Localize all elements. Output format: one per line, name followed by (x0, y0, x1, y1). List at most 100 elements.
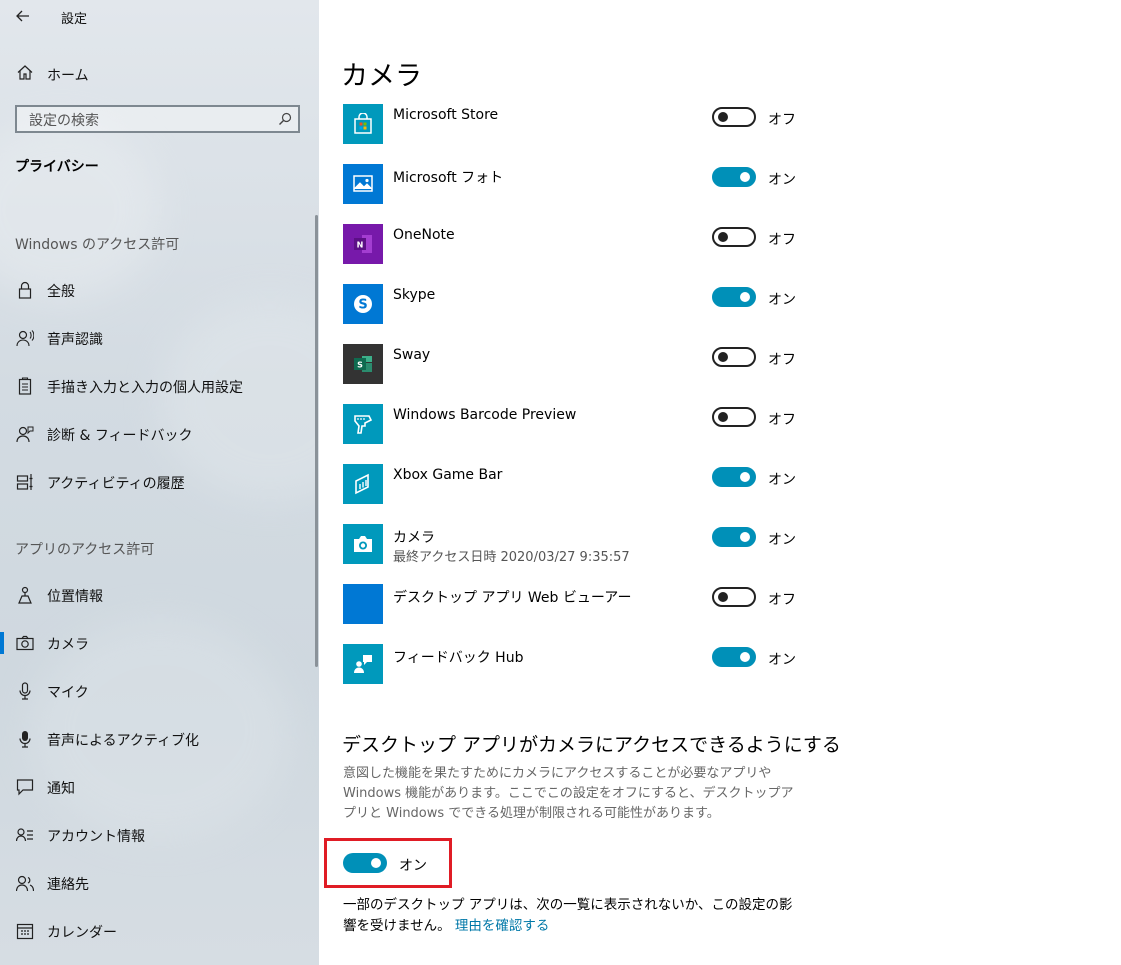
toggle-state-label: オフ (768, 232, 796, 248)
camera-icon (16, 635, 34, 651)
app-toggle[interactable] (712, 407, 756, 427)
app-toggle[interactable] (712, 167, 756, 187)
title-bar: 設定 (0, 0, 319, 34)
timeline-icon (16, 474, 33, 490)
app-row-microsoft-photos: Microsoft フォト オン (343, 164, 803, 224)
nav-item-speech[interactable]: 音声認識 (0, 318, 319, 358)
nav-item-inking[interactable]: 手描き入力と入力の個人用設定 (0, 366, 319, 406)
desktop-apps-description: 意図した機能を果たすためにカメラにアクセスすることが必要なアプリや Window… (343, 766, 794, 821)
toggle-state-label: オフ (768, 592, 796, 608)
app-row-skype: S Skype オン (343, 284, 803, 344)
nav-item-voice-activation[interactable]: 音声によるアクティブ化 (0, 719, 319, 759)
windows-permissions-heading: Windows のアクセス許可 (15, 237, 180, 253)
toggle-knob (740, 652, 750, 662)
lock-icon (18, 281, 32, 299)
feedback-hub-icon (343, 644, 383, 684)
app-toggle[interactable] (712, 587, 756, 607)
search-box[interactable] (15, 105, 300, 133)
calendar-icon (16, 923, 34, 940)
nav-item-label: 診断 & フィードバック (47, 428, 193, 444)
app-toggle[interactable] (712, 347, 756, 367)
nav-item-general[interactable]: 全般 (0, 270, 319, 310)
nav-item-microphone[interactable]: マイク (0, 671, 319, 711)
contacts-icon (16, 875, 34, 892)
app-row-feedback-hub: フィードバック Hub オン (343, 644, 803, 704)
app-toggle[interactable] (712, 107, 756, 127)
desktop-apps-heading: デスクトップ アプリがカメラにアクセスできるようにする (342, 734, 841, 756)
desktop-apps-note: 一部のデスクトップ アプリは、次の一覧に表示されないか、この設定の影響を受けませ… (343, 895, 803, 937)
app-toggle[interactable] (712, 287, 756, 307)
app-toggle[interactable] (712, 647, 756, 667)
selected-indicator (0, 632, 4, 654)
current-section-title: プライバシー (15, 159, 99, 175)
web-viewer-icon (343, 584, 383, 624)
app-toggle[interactable] (712, 467, 756, 487)
app-row-xbox-game-bar: Xbox Game Bar オン (343, 464, 803, 524)
nav-item-label: カメラ (47, 637, 89, 653)
sidebar-scrollbar[interactable] (315, 215, 318, 667)
nav-item-label: 音声によるアクティブ化 (47, 733, 200, 749)
toggle-knob (740, 292, 750, 302)
app-toggle[interactable] (712, 527, 756, 547)
toggle-knob (371, 858, 381, 868)
back-button[interactable] (10, 4, 36, 28)
app-name: カメラ (393, 530, 435, 546)
desktop-apps-toggle[interactable] (343, 853, 387, 873)
desktop-toggle-state-label: オン (399, 858, 427, 874)
toggle-state-label: オン (768, 472, 796, 488)
app-name: Windows Barcode Preview (393, 407, 577, 423)
toggle-state-label: オン (768, 172, 796, 188)
nav-item-notifications[interactable]: 通知 (0, 767, 319, 807)
photos-icon (343, 164, 383, 204)
feedback-person-icon (16, 426, 34, 443)
nav-item-label: アカウント情報 (47, 829, 145, 845)
nav-item-location[interactable]: 位置情報 (0, 575, 319, 615)
search-input[interactable] (27, 110, 271, 132)
nav-item-camera[interactable]: カメラ (0, 623, 319, 663)
toggle-state-label: オフ (768, 112, 796, 128)
nav-item-account-info[interactable]: アカウント情報 (0, 815, 319, 855)
window-title: 設定 (61, 12, 88, 27)
clipboard-icon (18, 377, 32, 395)
nav-item-diagnostics[interactable]: 診断 & フィードバック (0, 414, 319, 454)
toggle-state-label: オフ (768, 412, 796, 428)
nav-item-contacts[interactable]: 連絡先 (0, 863, 319, 903)
barcode-scanner-icon (343, 404, 383, 444)
note-text: 一部のデスクトップ アプリは、次の一覧に表示されないか、この設定の影響を受けませ… (343, 897, 793, 934)
app-name: OneNote (393, 227, 455, 243)
toggle-knob (740, 532, 750, 542)
app-toggle[interactable] (712, 227, 756, 247)
nav-home[interactable]: ホーム (0, 56, 319, 90)
page-title: カメラ (341, 61, 422, 92)
app-name: デスクトップ アプリ Web ビューアー (393, 590, 632, 606)
app-row-windows-barcode-preview: Windows Barcode Preview オフ (343, 404, 803, 464)
back-arrow-icon (16, 10, 29, 22)
game-bar-icon (343, 464, 383, 504)
notification-icon (16, 779, 34, 796)
search-icon[interactable] (278, 112, 292, 126)
nav-item-label: マイク (47, 685, 89, 701)
svg-text:N: N (357, 241, 364, 250)
toggle-state-label: オン (768, 652, 796, 668)
location-icon (18, 586, 32, 604)
toggle-knob (718, 352, 728, 362)
svg-text:S: S (358, 298, 367, 313)
sway-icon: S (343, 344, 383, 384)
camera-app-icon (343, 524, 383, 564)
onenote-icon: N (343, 224, 383, 264)
learn-why-link[interactable]: 理由を確認する (455, 918, 550, 934)
nav-item-label: 全般 (47, 284, 75, 300)
nav-item-label: 連絡先 (47, 877, 89, 893)
app-name: Skype (393, 287, 436, 303)
toggle-state-label: オン (768, 292, 796, 308)
app-name: フィードバック Hub (393, 650, 524, 666)
toggle-knob (718, 112, 728, 122)
nav-item-calendar[interactable]: カレンダー (0, 911, 319, 951)
app-name: Microsoft フォト (393, 170, 504, 186)
toggle-knob (718, 232, 728, 242)
nav-item-activity-history[interactable]: アクティビティの履歴 (0, 462, 319, 502)
main-content: カメラ Microsoft Store オフ Microsoft フォト オン (319, 0, 1121, 965)
nav-item-label: 位置情報 (47, 589, 103, 605)
app-row-camera: カメラ 最終アクセス日時 2020/03/27 9:35:57 オン (343, 524, 803, 584)
sidebar: 設定 ホーム プライバシー Windows のアクセス許可 全般 音声認識 (0, 0, 319, 965)
